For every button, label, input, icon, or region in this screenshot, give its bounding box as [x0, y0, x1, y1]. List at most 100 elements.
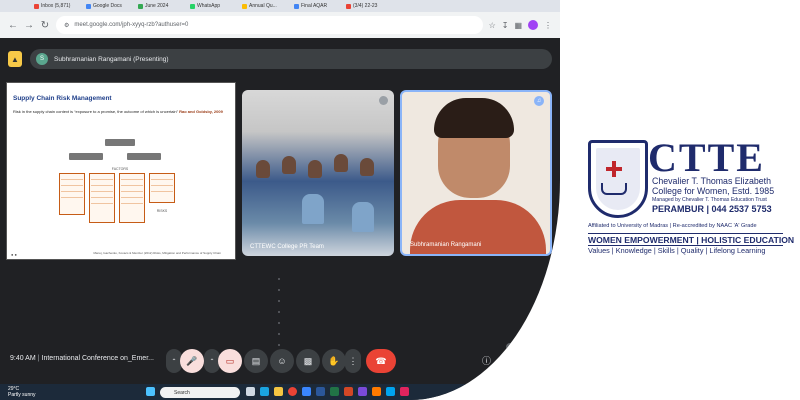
tab-label: June 2024	[145, 3, 169, 9]
college-name-line2: College for Women, Estd. 1985	[652, 186, 775, 196]
participant-tile-speaker[interactable]: ♫ Subhramanian Rangamani	[400, 90, 552, 256]
slide-nav-icon[interactable]: ● ●	[11, 252, 17, 257]
diagram-line	[121, 187, 143, 192]
diagram-line	[121, 193, 143, 198]
task-view-icon[interactable]	[246, 387, 255, 396]
app-icon[interactable]	[386, 387, 395, 396]
tab-label: (3/4) 22-23	[353, 3, 378, 9]
reload-icon[interactable]: ↻	[40, 20, 50, 31]
diagram-column	[89, 173, 115, 223]
mic-off-button[interactable]: 🎤	[180, 349, 204, 373]
risk-diagram: FACTORS RISKS	[57, 133, 207, 263]
profile-avatar[interactable]	[528, 20, 538, 30]
browser-tab[interactable]: Annual Qu...	[242, 1, 290, 11]
more-options-button[interactable]: ⋮	[345, 349, 361, 373]
college-logo: CTTE Chevalier T. Thomas Elizabeth Colle…	[588, 135, 794, 260]
tab-favicon-icon	[346, 3, 351, 9]
download-icon[interactable]: ↧	[502, 21, 509, 30]
meet-header: ▲ S Subhramanian Rangamani (Presenting)	[0, 44, 560, 74]
student-figure	[282, 156, 296, 174]
present-button[interactable]: ▩	[296, 349, 320, 373]
region-code: IN	[466, 390, 471, 395]
address-bar-row: ← → ↻ ⚙ meet.google.com/jph-xyyq-rzb?aut…	[0, 12, 560, 38]
browser-tab[interactable]: Inbox (5,871)	[34, 1, 82, 11]
store-icon[interactable]	[302, 387, 311, 396]
diagram-line	[61, 181, 83, 186]
diagram-factors-label: FACTORS	[111, 166, 129, 171]
app-icon[interactable]	[400, 387, 409, 396]
excel-icon[interactable]	[330, 387, 339, 396]
student-figure	[308, 160, 322, 178]
dot	[278, 311, 280, 313]
camera-off-button[interactable]: ▭	[218, 349, 242, 373]
dot	[278, 300, 280, 302]
participant-name: Subhramanian Rangamani	[410, 242, 482, 248]
browser-menu-icon[interactable]: ⋮	[544, 21, 552, 30]
taskbar-search[interactable]: Search	[160, 387, 240, 398]
meeting-safety-icon[interactable]: ▲	[8, 51, 22, 67]
browser-tab[interactable]: Google Docs	[86, 1, 134, 11]
forward-icon[interactable]: →	[24, 20, 34, 31]
weather-widget[interactable]: 29°C Partly sunny	[8, 386, 36, 398]
participant-name: CTTEWC College PR Team	[250, 244, 324, 250]
meeting-info: 9:40 AM | International Conference on_Emer…	[10, 355, 154, 362]
wifi-icon[interactable]	[486, 387, 495, 396]
end-call-button[interactable]: ☎	[366, 349, 396, 373]
file-explorer-icon[interactable]	[274, 387, 283, 396]
app-icon[interactable]	[358, 387, 367, 396]
speaker-figure	[434, 98, 514, 138]
activities-icon[interactable]: ▦	[540, 354, 549, 365]
page: Inbox (5,871) Google Docs June 2024 What…	[0, 0, 800, 400]
raise-hand-button[interactable]: ✋	[322, 349, 346, 373]
site-info-icon[interactable]: ⚙	[64, 22, 69, 29]
diagram-risks-label: RISKS	[156, 208, 168, 213]
bookmark-star-icon[interactable]: ☆	[489, 21, 496, 30]
slide-citation: Rao and Goldsby, 2009	[179, 109, 223, 114]
language-indicator[interactable]: ENG IN	[466, 385, 476, 395]
meeting-title: International Conference on_Emer...	[41, 355, 154, 362]
diagram-line	[91, 193, 113, 198]
scroll-dots	[278, 278, 280, 346]
diagram-line	[121, 181, 143, 186]
tab-favicon-icon	[242, 3, 247, 9]
app-icon[interactable]	[372, 387, 381, 396]
powerpoint-icon[interactable]	[344, 387, 353, 396]
managed-by: Managed by Chevalier T. Thomas Education…	[652, 197, 767, 203]
chrome-icon[interactable]	[288, 387, 297, 396]
browser-tab[interactable]: WhatsApp	[190, 1, 238, 11]
tile-options-icon[interactable]	[379, 96, 388, 105]
slide-footer: Manuj, Isachenko, Kovacs & Mentzer (2012…	[93, 251, 221, 255]
diagram-line	[61, 175, 83, 180]
browser-tab[interactable]: (3/4) 22-23	[346, 1, 394, 11]
weather-desc: Partly sunny	[8, 392, 36, 398]
back-icon[interactable]: ←	[8, 20, 18, 31]
browser-tab[interactable]: Final AQAR	[294, 1, 342, 11]
windows-start-icon[interactable]	[146, 387, 155, 396]
diagram-line	[61, 193, 83, 198]
search-placeholder: Search	[174, 389, 190, 396]
participant-tile-classroom[interactable]: CTTEWC College PR Team	[242, 90, 394, 256]
tab-favicon-icon	[294, 3, 299, 9]
reactions-button[interactable]: ☺	[270, 349, 294, 373]
diagram-column	[119, 173, 145, 223]
browser-tab[interactable]: June 2024	[138, 1, 186, 11]
dot	[278, 278, 280, 280]
edge-icon[interactable]	[260, 387, 269, 396]
word-icon[interactable]	[316, 387, 325, 396]
diagram-line	[121, 199, 143, 204]
shared-slide: Supply Chain Risk Management Risk in the…	[6, 82, 236, 260]
diagram-line	[151, 175, 173, 180]
clock-time: 9:40 AM	[10, 355, 36, 362]
presenter-avatar: S	[36, 53, 48, 65]
url-field[interactable]: ⚙ meet.google.com/jph-xyyq-rzb?authuser=…	[56, 16, 483, 34]
people-icon[interactable]: ♟	[500, 354, 508, 365]
participants-count-badge: 16	[506, 343, 516, 351]
presenter-name: Subhramanian Rangamani (Presenting)	[54, 55, 169, 63]
captions-button[interactable]: ▤	[244, 349, 268, 373]
dot	[278, 333, 280, 335]
location-phone: PERAMBUR | 044 2537 5753	[652, 204, 772, 214]
tab-label: WhatsApp	[197, 3, 221, 9]
extensions-icon[interactable]: ▦	[514, 21, 522, 30]
meeting-details-icon[interactable]: ⓘ	[482, 354, 491, 367]
chat-icon[interactable]: ▤	[520, 354, 529, 365]
